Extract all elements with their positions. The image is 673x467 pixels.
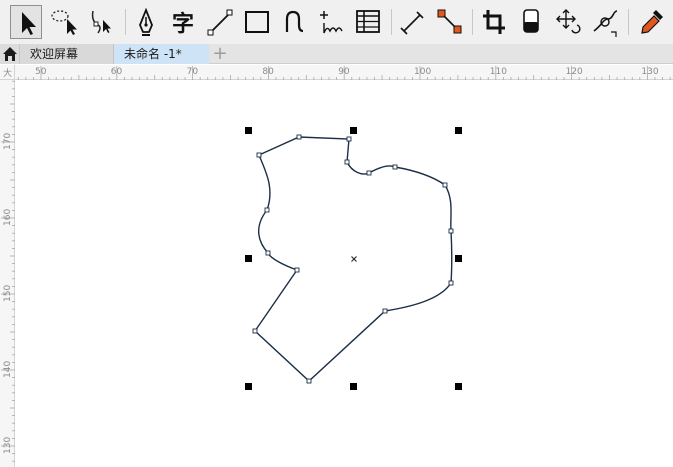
curve-node[interactable] (344, 159, 350, 165)
home-icon (3, 47, 17, 61)
center-marker[interactable] (351, 256, 357, 262)
toolbar-separator (391, 9, 392, 35)
eyedropper-tool-button[interactable] (636, 5, 668, 39)
toolbox: 字 (0, 0, 673, 44)
pen-tool-button[interactable] (130, 5, 162, 39)
horizontal-ruler-scale: 50 60 70 80 90 100 110 120 130 (17, 66, 671, 80)
ruler-unit-label: 大 (3, 69, 13, 79)
table-tool-button[interactable] (352, 5, 384, 39)
horizontal-ruler[interactable]: 50 60 70 80 90 100 110 120 130 (15, 65, 673, 80)
selection-handle-left[interactable] (245, 255, 252, 262)
tab-welcome-label: 欢迎屏幕 (30, 47, 79, 61)
selection-handle-top-left[interactable] (245, 127, 252, 134)
selection-handle-bottom[interactable] (350, 383, 357, 390)
lasso-pointer-icon (51, 10, 77, 35)
curve-node[interactable] (448, 280, 454, 286)
rectangle-icon (245, 11, 269, 33)
toolbar-separator (125, 9, 126, 35)
hook-curve-icon (285, 10, 304, 33)
curve-node[interactable] (256, 152, 262, 158)
selection-handle-top-right[interactable] (455, 127, 462, 134)
pointer-arrow-icon (22, 12, 36, 35)
ruler-tick-label: 130 (641, 67, 658, 77)
table-grid-icon (356, 10, 380, 33)
ruler-tick-label: 50 (35, 67, 47, 77)
wave-stroke-icon (593, 10, 618, 37)
transform-tool-button[interactable] (552, 5, 584, 39)
ruler-corner[interactable]: 大 (0, 65, 15, 80)
text-tool-button[interactable]: 字 (167, 5, 199, 39)
curve-node[interactable] (252, 328, 258, 334)
curve-node[interactable] (294, 267, 300, 273)
text-tool-glyph: 字 (172, 11, 194, 37)
freehand-pick-tool-button[interactable] (47, 5, 79, 39)
selection-handle-bottom-left[interactable] (245, 383, 252, 390)
add-tab-button[interactable]: + (210, 45, 230, 63)
curve-node[interactable] (366, 170, 372, 176)
document-tab-bar: 欢迎屏幕 未命名 -1* + (0, 44, 673, 64)
crop-tool-button[interactable] (478, 5, 510, 39)
pen-nib-icon (139, 7, 153, 36)
shape-tool-button[interactable] (84, 5, 116, 39)
ruler-tick-label: 150 (3, 285, 13, 302)
ruler-tick-label: 80 (262, 67, 274, 77)
pick-tool-button[interactable] (10, 5, 42, 39)
curve-node[interactable] (382, 308, 388, 314)
toolbar-separator (628, 9, 629, 35)
ruler-tick-label: 120 (566, 67, 583, 77)
eyedropper-icon (641, 10, 663, 34)
smear-tool-button[interactable] (589, 5, 621, 39)
eraser-icon (523, 9, 539, 33)
spray-tool-button[interactable] (315, 5, 347, 39)
selection-handle-bottom-right[interactable] (455, 383, 462, 390)
node-shape-icon (91, 10, 111, 34)
connector-line-icon (437, 9, 462, 34)
selection-handle-right[interactable] (455, 255, 462, 262)
line-tool-button[interactable] (204, 5, 236, 39)
curve-node[interactable] (265, 250, 271, 256)
rectangle-tool-button[interactable] (241, 5, 273, 39)
home-button[interactable] (0, 44, 20, 64)
dimension-tool-button[interactable] (396, 5, 428, 39)
ruler-tick-label: 170 (3, 133, 13, 150)
connector-tool-button[interactable] (433, 5, 465, 39)
ruler-tick-label: 70 (187, 67, 199, 77)
ruler-tick-label: 90 (338, 67, 350, 77)
selection-handle-top[interactable] (350, 127, 357, 134)
toolbar-separator (472, 9, 473, 35)
curve-node[interactable] (448, 228, 454, 234)
curve-node[interactable] (264, 207, 270, 213)
vertical-ruler-scale: 170 160 150 140 130 (1, 80, 15, 462)
vertical-ruler[interactable]: 170 160 150 140 130 (0, 80, 15, 467)
ruler-tick-label: 160 (3, 209, 13, 226)
eraser-tool-button[interactable] (515, 5, 547, 39)
ruler-tick-label: 130 (3, 437, 13, 454)
curve-node[interactable] (296, 134, 302, 140)
artistic-media-tool-button[interactable] (278, 5, 310, 39)
drawing-canvas[interactable] (16, 81, 673, 467)
curve-node[interactable] (442, 182, 448, 188)
curve-node[interactable] (306, 378, 312, 384)
text-glyph-icon: 字 (172, 11, 194, 37)
curve-node[interactable] (392, 164, 398, 170)
tab-untitled-document[interactable]: 未命名 -1* (114, 44, 209, 64)
diagonal-line-icon (207, 9, 233, 36)
dimension-line-icon (400, 11, 424, 35)
ruler-tick-label: 60 (111, 67, 123, 77)
curve-node[interactable] (346, 136, 352, 142)
app-window: 字 欢迎屏幕 未命名 -1* + 大 50 60 70 80 90 100 11… (0, 0, 673, 467)
ruler-tick-label: 100 (414, 67, 431, 77)
tab-document-label: 未命名 -1* (124, 47, 182, 61)
curve-nodes (252, 134, 454, 384)
tab-welcome-screen[interactable]: 欢迎屏幕 (20, 44, 114, 64)
drawing-surface[interactable] (16, 81, 673, 467)
sparkle-squiggle-icon (320, 11, 343, 34)
ruler-tick-label: 140 (3, 361, 13, 378)
crop-icon (483, 10, 505, 34)
ruler-tick-label: 110 (490, 67, 507, 77)
move-rotate-icon (556, 9, 581, 34)
